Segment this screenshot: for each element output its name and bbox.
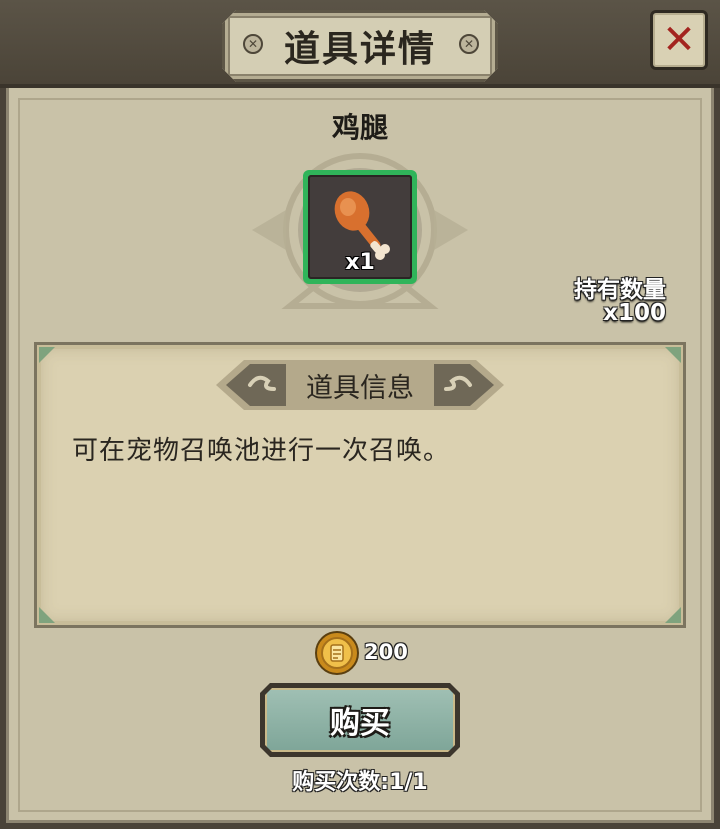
dialog-title: 道具详情 <box>283 29 436 70</box>
bolt-icon: ✕ <box>459 34 479 54</box>
bolt-icon: ✕ <box>243 34 263 54</box>
corner-ornament-icon <box>39 607 55 623</box>
info-header-title: 道具信息 <box>306 372 414 404</box>
item-name: 鸡腿 <box>331 111 388 144</box>
title-plate: 道具详情 <box>222 10 498 82</box>
close-x-icon: ✕ <box>662 17 696 63</box>
gold-coin-icon <box>315 631 359 675</box>
item-slot: x1 <box>303 170 417 284</box>
corner-ornament-icon <box>39 347 55 363</box>
item-quantity: x1 <box>345 250 375 275</box>
corner-ornament-icon <box>665 607 681 623</box>
info-header: 道具信息 <box>216 358 504 412</box>
buy-limit-text: 购买次数:1/1 <box>292 770 428 795</box>
close-button[interactable]: ✕ <box>650 10 708 70</box>
price-value: 200 <box>364 640 408 664</box>
corner-ornament-icon <box>665 347 681 363</box>
owned-quantity-label: 持有数量 <box>574 277 666 303</box>
buy-button[interactable]: 购买 <box>260 683 460 757</box>
buy-button-label: 购买 <box>265 688 455 752</box>
item-description: 可在宠物召唤池进行一次召唤。 <box>72 436 451 466</box>
owned-quantity-value: x100 <box>603 300 666 326</box>
